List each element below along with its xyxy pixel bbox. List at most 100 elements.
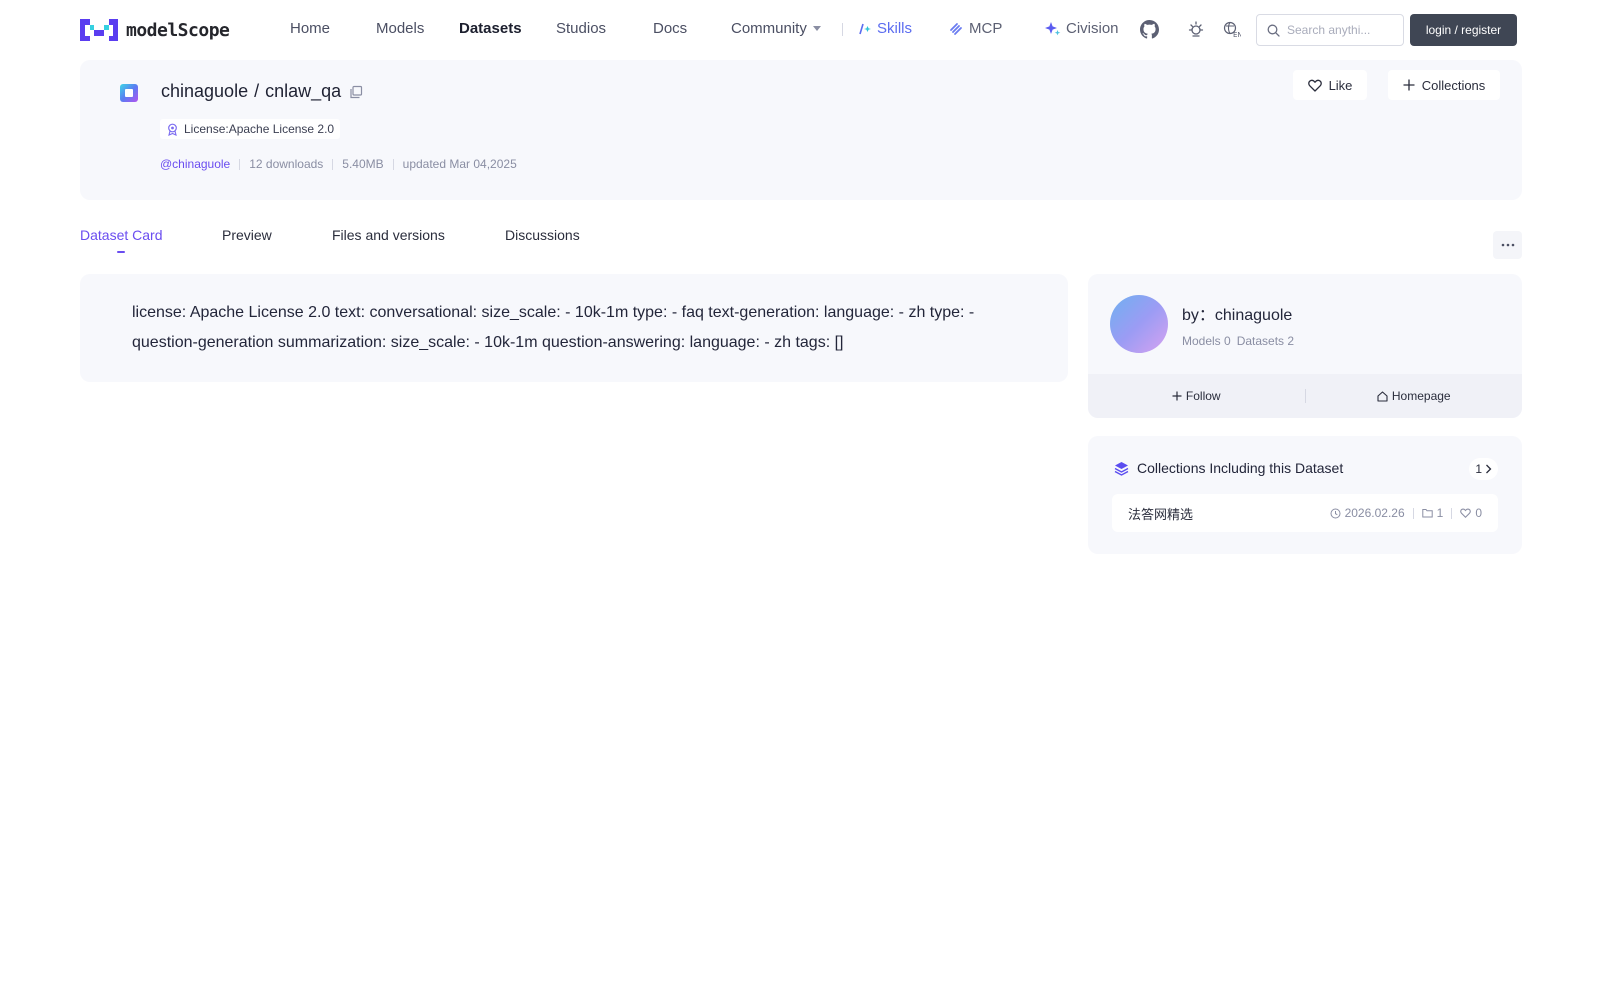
author-card: by：chinaguole Models 0 Datasets 2 Follow… [1088,274,1522,418]
nav-civision-label: Civision [1066,20,1119,37]
nav-divider [842,23,843,36]
homepage-button[interactable]: Homepage [1306,389,1523,403]
meta-divider [1412,507,1414,519]
mcp-icon [950,22,962,35]
collections-card-title: Collections Including this Dataset [1137,460,1344,476]
tab-files-and-versions[interactable]: Files and versions [332,227,445,243]
collection-date: 2026.02.26 [1344,506,1405,520]
nav-docs[interactable]: Docs [653,20,687,37]
dataset-meta: @chinaguole 12 downloads 5.40MB updated … [160,157,517,171]
logo-mark-icon [80,19,118,41]
nav-skills[interactable]: Skills [858,20,912,37]
author-models-count: Models 0 [1182,334,1231,348]
plus-icon [1172,391,1182,401]
plus-icon [1403,79,1415,91]
tab-dataset-card[interactable]: Dataset Card [80,227,162,243]
dataset-size: 5.40MB [342,157,384,171]
modelscope-logo[interactable]: modelScope [80,19,230,41]
homepage-label: Homepage [1391,389,1451,403]
nav-mcp[interactable]: MCP [948,20,1002,37]
follow-button[interactable]: Follow [1088,389,1305,403]
meta-divider [332,158,334,170]
theme-toggle[interactable] [1185,18,1207,40]
active-tab-indicator [117,251,125,253]
dataset-icon [120,84,138,102]
dataset-title: chinaguole / cnlaw_qa [161,81,363,102]
dataset-header: chinaguole / cnlaw_qa License:Apache Lic… [80,60,1522,200]
tab-preview[interactable]: Preview [222,227,272,243]
follow-label: Follow [1185,389,1221,403]
nav-skills-label: Skills [877,20,913,37]
updated-date: updated Mar 04,2025 [402,157,517,171]
license-label: License:Apache License 2.0 [184,122,335,136]
collection-datasets-group: 1 [1421,506,1444,520]
top-navigation: modelScope Home Models Datasets Studios … [0,0,1600,60]
collection-meta: 2026.02.26 1 0 [1330,506,1482,520]
logo-text: modelScope [126,19,230,41]
title-slash: / [254,81,260,101]
nav-civision[interactable]: Civision [1045,20,1119,37]
search-input[interactable] [1287,23,1395,37]
collection-likes-group: 0 [1460,506,1482,520]
collections-card: Collections Including this Dataset 1 法答网… [1088,436,1522,554]
nav-community-label: Community [731,20,807,37]
nav-community[interactable]: Community [731,20,821,37]
skills-icon [859,23,871,34]
collections-button[interactable]: Collections [1388,70,1500,100]
collection-datasets-count: 1 [1436,506,1444,520]
heart-icon [1307,79,1322,92]
github-icon [1139,19,1159,39]
license-tag[interactable]: License:Apache License 2.0 [160,119,341,139]
tab-discussions[interactable]: Discussions [505,227,580,243]
nav-datasets[interactable]: Datasets [459,20,522,37]
collections-count-link[interactable]: 1 [1469,458,1498,480]
dataset-owner[interactable]: chinaguole [161,81,248,102]
author-by-name[interactable]: by：chinaguole [1182,301,1292,325]
home-icon [1377,390,1388,402]
nav-studios[interactable]: Studios [556,20,606,37]
chevron-right-icon [1486,464,1492,474]
author-datasets-count: Datasets 2 [1236,334,1295,348]
clock-icon [1330,508,1341,518]
meta-divider [239,158,241,170]
svg-text:EN: EN [1233,31,1241,38]
author-stats: Models 0 Datasets 2 [1182,334,1294,348]
collections-label: Collections [1421,77,1486,93]
github-link[interactable] [1138,18,1160,40]
nav-home[interactable]: Home [290,20,330,37]
translate-icon: EN [1223,21,1241,38]
copy-icon[interactable] [349,85,363,99]
collection-likes-count: 0 [1475,506,1482,520]
meta-divider [392,158,394,170]
avatar[interactable] [1110,295,1168,353]
like-button[interactable]: Like [1293,70,1367,100]
license-badge-icon [168,123,177,136]
readme-text: license: Apache License 2.0 text: conver… [132,304,975,351]
layers-icon [1114,461,1129,476]
meta-divider [1451,507,1453,519]
like-label: Like [1328,77,1353,93]
folder-icon [1421,509,1433,518]
language-switch[interactable]: EN [1221,18,1243,40]
nav-mcp-label: MCP [969,20,1003,37]
more-options-button[interactable] [1493,231,1522,259]
chevron-down-icon [812,26,821,31]
collection-item[interactable]: 法答网精选 2026.02.26 1 0 [1112,494,1498,532]
collections-card-header: Collections Including this Dataset [1114,460,1343,476]
download-count: 12 downloads [249,157,324,171]
collection-date-group: 2026.02.26 [1330,506,1405,520]
collections-count: 1 [1475,462,1482,476]
search-icon [1267,24,1280,37]
dataset-card-content: license: Apache License 2.0 text: conver… [80,274,1068,382]
nav-models[interactable]: Models [376,20,424,37]
sparkle-icon [1045,21,1061,35]
author-link[interactable]: @chinaguole [160,157,230,171]
collection-name: 法答网精选 [1128,506,1194,522]
more-dots-icon [1501,243,1514,247]
sun-icon [1188,21,1204,37]
dataset-name: cnlaw_qa [265,81,342,101]
author-actions: Follow Homepage [1088,374,1522,418]
search-box[interactable] [1256,14,1404,46]
heart-icon [1460,508,1472,518]
login-register-button[interactable]: login / register [1410,14,1517,46]
